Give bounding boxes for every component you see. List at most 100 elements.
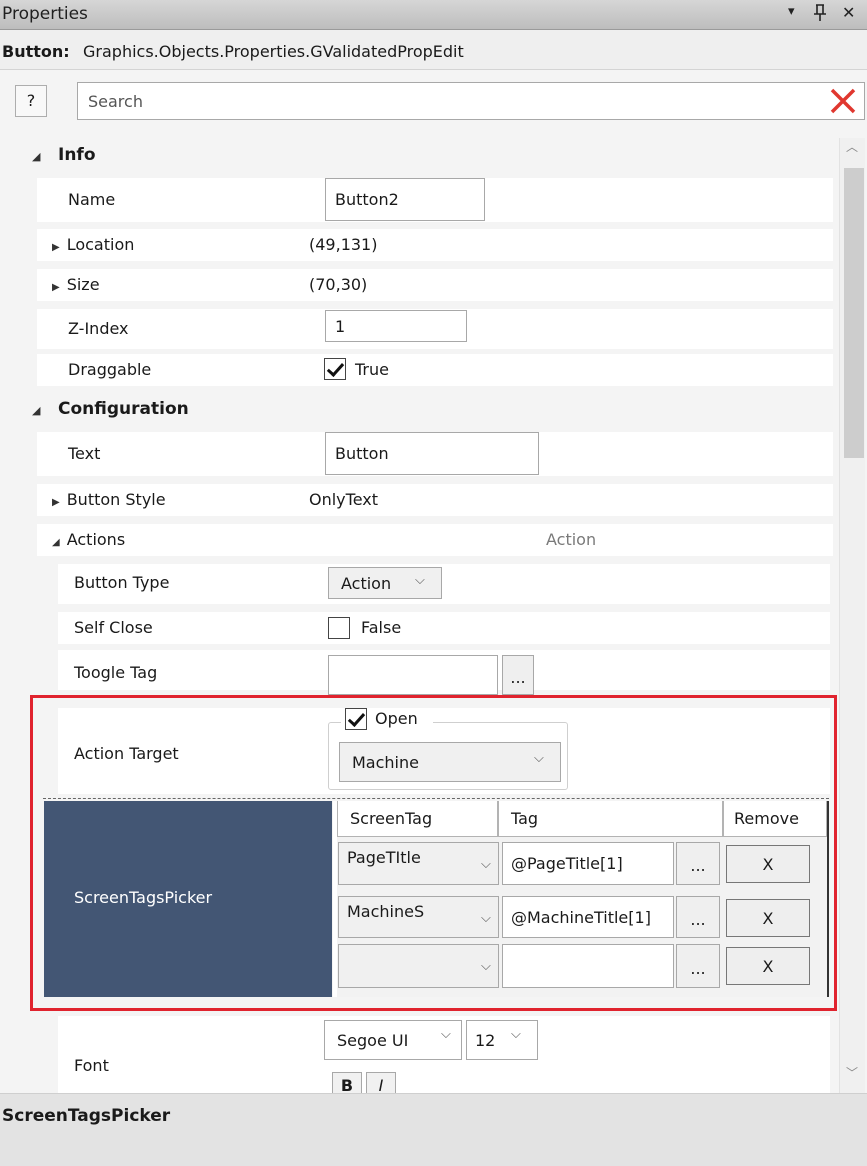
tag-input[interactable]: [502, 944, 674, 988]
actions-value: Action: [546, 530, 597, 549]
prop-row-name: Name Button2: [37, 178, 833, 222]
expand-caret-icon[interactable]: ▶: [52, 282, 60, 293]
toogle-tag-browse-button[interactable]: ...: [502, 655, 534, 695]
window-title: Properties: [2, 4, 88, 24]
actions-label-text: Actions: [66, 530, 126, 549]
location-label-text: Location: [66, 235, 135, 254]
prop-row-text: Text Button: [37, 432, 833, 476]
screen-tags-picker-label: ScreenTagsPicker: [74, 888, 213, 907]
tag-browse-button[interactable]: ...: [676, 842, 720, 885]
section-configuration-label: Configuration: [58, 399, 189, 419]
collapse-caret-icon[interactable]: ◢: [52, 537, 60, 548]
prop-row-zindex: Z-Index 1: [37, 309, 833, 349]
pin-icon[interactable]: [812, 3, 828, 27]
text-input[interactable]: Button: [325, 432, 539, 475]
bold-button[interactable]: B: [332, 1072, 362, 1093]
tag-browse-button[interactable]: ...: [676, 896, 720, 938]
button-type-select[interactable]: Action ⌵: [328, 567, 442, 599]
chevron-down-icon: ⌵: [441, 1027, 451, 1042]
column-header-tag[interactable]: Tag: [498, 801, 723, 837]
scroll-up-icon[interactable]: ︿: [846, 138, 858, 155]
zindex-input[interactable]: 1: [325, 310, 467, 342]
window-titlebar: Properties ▾ ✕: [0, 0, 867, 30]
button-style-label-text: Button Style: [66, 490, 166, 509]
prop-row-location: ▶ Location (49,131): [37, 229, 833, 261]
font-family-value: Segoe UI: [337, 1030, 409, 1050]
screen-tags-picker-label-panel: ScreenTagsPicker: [44, 801, 332, 997]
prop-label-button-style[interactable]: ▶ Button Style: [52, 490, 166, 509]
section-configuration[interactable]: ◢ Configuration: [10, 392, 837, 428]
chevron-down-icon: ⌵: [511, 1027, 521, 1042]
chevron-down-icon: ⌵: [481, 911, 491, 926]
collapse-triangle-icon[interactable]: ◢: [32, 150, 40, 163]
collapse-triangle-icon[interactable]: ◢: [32, 404, 40, 417]
column-header-screentag[interactable]: ScreenTag: [337, 801, 498, 837]
description-panel: ScreenTagsPicker: [0, 1093, 867, 1166]
draggable-value: True: [355, 360, 389, 379]
prop-label-actions[interactable]: ◢ Actions: [52, 530, 125, 549]
screentag-select[interactable]: ⌵: [338, 944, 499, 988]
prop-row-self-close: Self Close False: [58, 612, 830, 644]
font-family-select[interactable]: Segoe UI ⌵: [324, 1020, 462, 1060]
toogle-tag-input[interactable]: [328, 655, 498, 695]
screen-tags-table: ScreenTag Tag Remove PageTItle ⌵ @PageTi…: [333, 801, 829, 997]
prop-label-action-target: Action Target: [74, 744, 179, 763]
scroll-down-icon[interactable]: ﹀: [846, 1064, 858, 1081]
action-target-select[interactable]: Machine ⌵: [339, 742, 561, 782]
open-group-header: Open: [341, 708, 433, 730]
chevron-down-icon: ⌵: [481, 857, 491, 872]
name-input[interactable]: Button2: [325, 178, 485, 221]
italic-button[interactable]: I: [366, 1072, 396, 1093]
search-input[interactable]: [77, 82, 865, 120]
screentag-select[interactable]: PageTItle ⌵: [338, 842, 499, 885]
size-label-text: Size: [66, 275, 100, 294]
close-icon[interactable]: ✕: [842, 3, 855, 22]
chevron-down-icon: ⌵: [481, 959, 491, 974]
button-type-value: Action: [341, 573, 392, 593]
screentag-value: MachineS: [347, 902, 425, 921]
remove-row-button[interactable]: X: [726, 845, 810, 883]
prop-label-size[interactable]: ▶ Size: [52, 275, 100, 294]
selected-object-type: Button: Graphics.Objects.Properties.GVal…: [0, 30, 867, 70]
prop-row-button-style: ▶ Button Style OnlyText: [37, 484, 833, 516]
open-checkbox[interactable]: [345, 708, 367, 730]
vertical-scrollbar[interactable]: ︿ ﹀: [839, 138, 865, 1093]
clear-x-icon[interactable]: [826, 84, 860, 118]
tag-input[interactable]: @PageTitle[1]: [502, 842, 674, 885]
prop-label-zindex: Z-Index: [68, 319, 129, 338]
screentag-value: PageTItle: [347, 848, 421, 867]
self-close-checkbox[interactable]: [328, 617, 350, 639]
tag-browse-button[interactable]: ...: [676, 944, 720, 988]
prop-row-action-target: Action Target Open Machine ⌵: [58, 708, 830, 794]
remove-row-button[interactable]: X: [726, 899, 810, 937]
button-style-value: OnlyText: [309, 490, 379, 509]
font-size-value: 12: [475, 1030, 496, 1050]
self-close-value: False: [361, 618, 402, 637]
expand-caret-icon[interactable]: ▶: [52, 242, 60, 253]
prop-label-self-close: Self Close: [74, 618, 153, 637]
screentag-select[interactable]: MachineS ⌵: [338, 896, 499, 938]
prop-label-location[interactable]: ▶ Location: [52, 235, 134, 254]
location-value: (49,131): [309, 235, 378, 254]
tag-input[interactable]: @MachineTitle[1]: [502, 896, 674, 938]
column-header-remove[interactable]: Remove: [723, 801, 827, 837]
action-target-value: Machine: [352, 752, 419, 772]
remove-row-button[interactable]: X: [726, 947, 810, 985]
font-size-select[interactable]: 12 ⌵: [466, 1020, 538, 1060]
help-button[interactable]: ?: [15, 85, 47, 117]
draggable-checkbox[interactable]: [324, 358, 346, 380]
property-grid: ◢ Info Name Button2 ▶ Location (49,131) ▶…: [10, 138, 837, 1093]
section-info[interactable]: ◢ Info: [10, 138, 837, 174]
scrollbar-thumb[interactable]: [844, 168, 864, 458]
prop-row-actions: ◢ Actions Action: [37, 524, 833, 556]
dropdown-icon[interactable]: ▾: [788, 4, 795, 19]
prop-label-toogle-tag: Toogle Tag: [74, 663, 158, 682]
expand-caret-icon[interactable]: ▶: [52, 497, 60, 508]
chevron-down-icon: ⌵: [534, 751, 544, 766]
prop-label-font: Font: [74, 1056, 109, 1075]
size-value: (70,30): [309, 275, 368, 294]
prop-row-font: Font Segoe UI ⌵ 12 ⌵ B I: [58, 1016, 830, 1093]
chevron-down-icon: ⌵: [415, 573, 425, 588]
prop-row-toogle-tag: Toogle Tag ...: [58, 650, 830, 695]
prop-row-draggable: Draggable True: [37, 354, 833, 386]
